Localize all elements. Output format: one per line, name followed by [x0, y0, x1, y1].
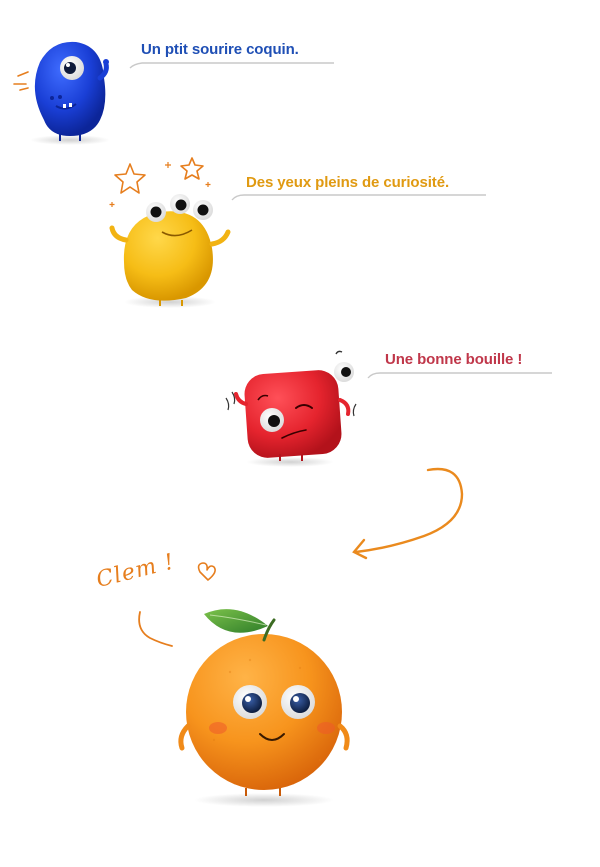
heart-icon: [197, 562, 216, 581]
caption-yellow: Des yeux pleins de curiosité.: [246, 174, 450, 191]
speech-line-3: [367, 372, 552, 379]
swoosh-mark: [138, 611, 173, 647]
orange-character: [178, 609, 350, 807]
caption-red: Une bonne bouille !: [385, 351, 523, 368]
leaf-icon: [204, 609, 268, 633]
red-monster: [225, 350, 357, 467]
illustration: [13, 41, 552, 807]
blue-monster: [13, 41, 110, 145]
speech-line-2: [231, 194, 486, 201]
yellow-monster: [109, 157, 231, 308]
arrow-icon: [352, 467, 464, 560]
speech-line-1: [129, 62, 334, 69]
caption-blue: Un ptit sourire coquin.: [141, 41, 299, 58]
star-icon: [114, 157, 204, 194]
